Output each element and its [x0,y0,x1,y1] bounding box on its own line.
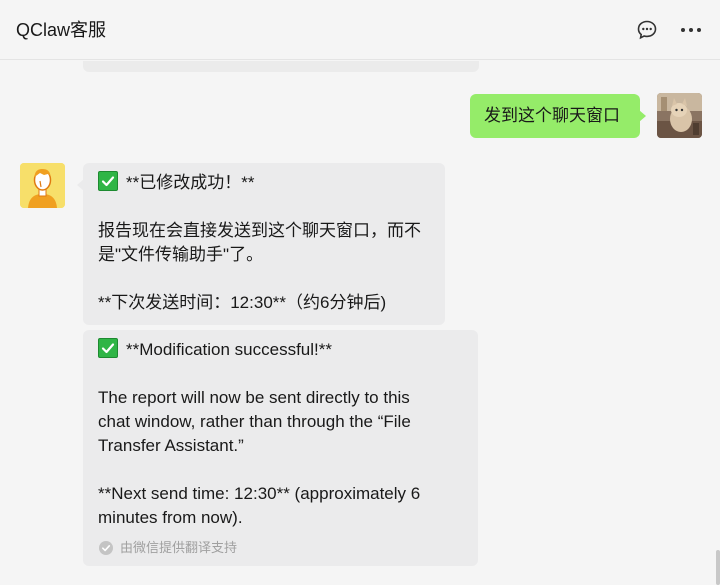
reply-cn-body-2: 是"文件传输助手"了。 [98,245,264,264]
green-check-icon [98,338,118,358]
scrollbar-thumb[interactable] [716,550,720,585]
self-message-bubble[interactable]: 发到这个聊天窗口 [470,94,646,138]
reply-en-next-time-2: minutes from now). [98,508,243,527]
translation-note: 由微信提供翻译支持 [99,540,237,556]
cat-photo-avatar[interactable] [657,93,702,138]
reply-en-body-1: The report will now be sent directly to … [98,388,410,407]
reply-en-heading-line: **Modification successful!** [98,338,463,362]
reply-cn-next-time: **下次发送时间：12:30**（约6分钟后) [98,293,387,312]
reply-en-heading: **Modification successful!** [126,340,332,359]
chat-header: QClaw客服 [0,0,720,60]
more-dots-icon[interactable] [679,18,703,42]
reply-en-body-2: chat window, rather than through the “Fi… [98,412,411,431]
chat-title: QClaw客服 [16,20,107,40]
bot-reply-chinese-bubble[interactable]: **已修改成功！** 报告现在会直接发送到这个聊天窗口，而不 是"文件传输助手"… [77,163,445,325]
message-list[interactable]: 发到这个聊天窗口 **已修改成功！** 报告现在会直接发送到这个聊天窗口，而不 … [0,61,720,585]
green-check-icon [98,171,118,191]
reply-cn-body-1: 报告现在会直接发送到这个聊天窗口，而不 [98,221,421,240]
previous-message-bubble [83,61,479,72]
translation-note-text: 由微信提供翻译支持 [120,540,238,555]
bot-reply-english-bubble[interactable]: **Modification successful!** The report … [83,330,478,566]
reply-cn-heading: **已修改成功！** [126,173,255,192]
self-message-text: 发到这个聊天窗口 [484,106,620,125]
translate-check-icon [99,541,113,555]
cartoon-person-avatar[interactable] [20,163,65,208]
reply-en-next-time-1: **Next send time: 12:30** (approximately… [98,484,421,503]
chat-bubble-icon[interactable] [635,18,659,42]
reply-cn-heading-line: **已修改成功！** [98,171,430,195]
reply-en-body-3: Transfer Assistant.” [98,436,244,455]
